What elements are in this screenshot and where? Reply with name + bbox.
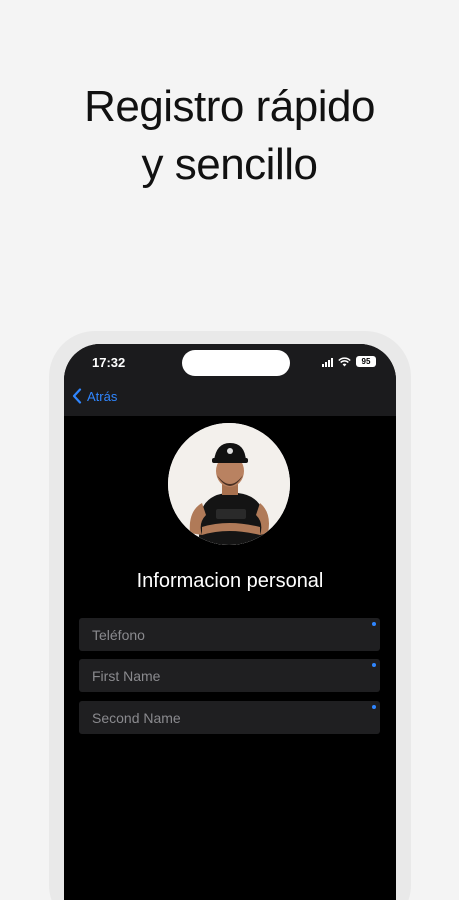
headline-line-2: y sencillo bbox=[141, 140, 318, 189]
phone-input[interactable] bbox=[79, 618, 380, 651]
required-indicator bbox=[372, 663, 376, 667]
chevron-left-icon bbox=[72, 388, 82, 404]
phone-screen: 17:32 95 Atrás Informacion personal Telé… bbox=[64, 344, 396, 900]
section-title: Informacion personal bbox=[136, 570, 324, 592]
status-bar: 17:32 95 bbox=[64, 344, 396, 382]
phone-field[interactable] bbox=[79, 618, 380, 651]
dynamic-island bbox=[182, 350, 290, 376]
wifi-icon bbox=[338, 356, 351, 366]
required-indicator bbox=[372, 705, 376, 709]
profile-photo bbox=[168, 423, 290, 545]
back-button-label: Atrás bbox=[87, 388, 118, 404]
back-button[interactable]: Atrás bbox=[72, 388, 117, 404]
nav-bar: Atrás bbox=[64, 382, 396, 416]
avatar[interactable] bbox=[168, 423, 290, 545]
second-name-field[interactable] bbox=[79, 701, 380, 734]
required-indicator bbox=[372, 622, 376, 626]
status-icons: 95 bbox=[322, 356, 376, 367]
status-time: 17:32 bbox=[92, 355, 126, 370]
first-name-field[interactable] bbox=[79, 659, 380, 692]
second-name-input[interactable] bbox=[79, 701, 380, 734]
battery-icon: 95 bbox=[356, 356, 376, 367]
headline-line-1: Registro rápido bbox=[84, 82, 375, 131]
first-name-input[interactable] bbox=[79, 659, 380, 692]
headline: Registro rápido y sencillo bbox=[0, 78, 459, 194]
signal-icon bbox=[322, 357, 333, 367]
